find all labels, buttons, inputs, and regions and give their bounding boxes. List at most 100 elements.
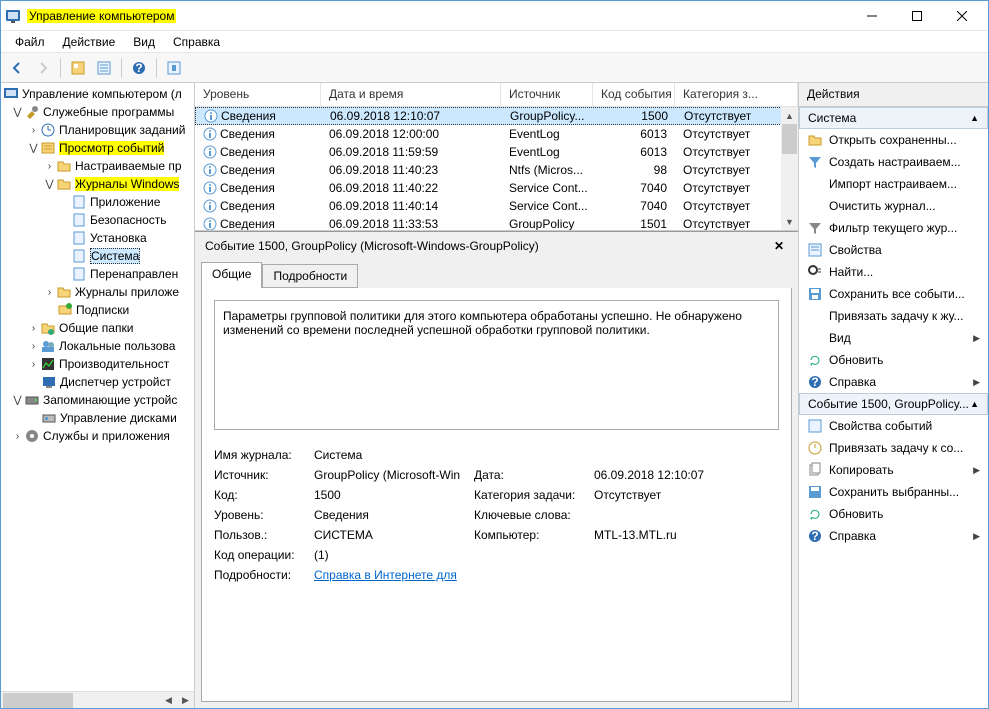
col-event-id[interactable]: Код события (593, 83, 675, 106)
twister-open-icon[interactable]: ⋁ (43, 178, 56, 191)
action-copy[interactable]: Копировать ▶ (799, 459, 988, 481)
save-icon (807, 286, 823, 302)
window-title: Управление компьютером (27, 9, 176, 23)
action-view[interactable]: Вид ▶ (799, 327, 988, 349)
properties-icon (807, 418, 823, 434)
tree-event-viewer[interactable]: ⋁ Просмотр событий (1, 139, 194, 157)
close-button[interactable] (939, 2, 984, 30)
tree-subscriptions[interactable]: Подписки (1, 301, 194, 319)
detail-close-button[interactable]: ✕ (770, 237, 788, 255)
action-clear-log[interactable]: Очистить журнал... (799, 195, 988, 217)
collapse-icon[interactable]: ▲ (970, 399, 979, 409)
action-help2[interactable]: ? Справка ▶ (799, 525, 988, 547)
table-row[interactable]: Сведения06.09.2018 11:59:59EventLog6013О… (195, 143, 798, 161)
tab-general[interactable]: Общие (201, 262, 262, 288)
folder-icon (56, 284, 72, 300)
twister-closed-icon[interactable]: › (27, 124, 40, 137)
action-filter-current[interactable]: Фильтр текущего жур... (799, 217, 988, 239)
tree-shared-folders[interactable]: › Общие папки (1, 319, 194, 337)
filter-icon (807, 220, 823, 236)
tree-custom-views[interactable]: › Настраиваемые пр (1, 157, 194, 175)
tree-system[interactable]: Система (1, 247, 194, 265)
chevron-right-icon: ▶ (973, 377, 980, 388)
refresh-icon (807, 352, 823, 368)
action-create-custom[interactable]: Создать настраиваем... (799, 151, 988, 173)
twister-open-icon[interactable]: ⋁ (27, 142, 40, 155)
actions-section-event[interactable]: Событие 1500, GroupPolicy... ▲ (799, 393, 988, 415)
services-icon (24, 428, 40, 444)
tab-details[interactable]: Подробности (262, 264, 358, 288)
menu-help[interactable]: Справка (165, 33, 228, 51)
action-find[interactable]: Найти... (799, 261, 988, 283)
tree-device-manager[interactable]: Диспетчер устройст (1, 373, 194, 391)
table-row[interactable]: Сведения06.09.2018 12:10:07GroupPolicy..… (195, 107, 798, 125)
properties-button[interactable] (92, 56, 116, 80)
col-category[interactable]: Категория з... (675, 83, 798, 106)
action-open-saved[interactable]: Открыть сохраненны... (799, 129, 988, 151)
collapse-icon[interactable]: ▲ (970, 113, 979, 123)
forward-button[interactable] (31, 56, 55, 80)
twister-closed-icon[interactable]: › (27, 322, 40, 335)
action-refresh[interactable]: Обновить (799, 349, 988, 371)
twister-closed-icon[interactable]: › (27, 340, 40, 353)
tree-disk-management[interactable]: Управление дисками (1, 409, 194, 427)
help-icon: ? (807, 374, 823, 390)
action-attach-task-event[interactable]: Привязать задачу к со... (799, 437, 988, 459)
action-save-all[interactable]: Сохранить все событи... (799, 283, 988, 305)
tree-app-services-logs[interactable]: › Журналы приложе (1, 283, 194, 301)
show-tree-button[interactable] (66, 56, 90, 80)
more-info-link[interactable]: Справка в Интернете для (314, 568, 457, 582)
tree-setup[interactable]: Установка (1, 229, 194, 247)
table-row[interactable]: Сведения06.09.2018 11:40:14Service Cont.… (195, 197, 798, 215)
col-source[interactable]: Источник (501, 83, 593, 106)
menu-view[interactable]: Вид (125, 33, 163, 51)
log-icon (71, 212, 87, 228)
tree-performance[interactable]: › Производительност (1, 355, 194, 373)
action-import-custom[interactable]: Импорт настраиваем... (799, 173, 988, 195)
table-row[interactable]: Сведения06.09.2018 11:33:53GroupPolicy15… (195, 215, 798, 230)
list-vertical-scrollbar[interactable]: ▲ ▼ (781, 107, 798, 230)
tree-root[interactable]: Управление компьютером (л (1, 85, 194, 103)
tree-local-users[interactable]: › Локальные пользова (1, 337, 194, 355)
app-icon (5, 8, 21, 24)
table-row[interactable]: Сведения06.09.2018 11:40:23Ntfs (Micros.… (195, 161, 798, 179)
view-icon (807, 330, 823, 346)
tree-task-scheduler[interactable]: › Планировщик заданий (1, 121, 194, 139)
actions-section-system[interactable]: Система ▲ (799, 107, 988, 129)
table-row[interactable]: Сведения06.09.2018 12:00:00EventLog6013О… (195, 125, 798, 143)
twister-closed-icon[interactable]: › (43, 160, 56, 173)
clear-icon (807, 198, 823, 214)
action-refresh2[interactable]: Обновить (799, 503, 988, 525)
tree-service-programs[interactable]: ⋁ Служебные программы (1, 103, 194, 121)
menu-action[interactable]: Действие (55, 33, 124, 51)
tree-application[interactable]: Приложение (1, 193, 194, 211)
col-datetime[interactable]: Дата и время (321, 83, 501, 106)
value-log-name: Система (314, 448, 474, 462)
twister-open-icon[interactable]: ⋁ (11, 394, 24, 407)
action-save-selected[interactable]: Сохранить выбранны... (799, 481, 988, 503)
tree-forwarded[interactable]: Перенаправлен (1, 265, 194, 283)
help-button[interactable]: ? (127, 56, 151, 80)
action-event-props[interactable]: Свойства событий (799, 415, 988, 437)
table-row[interactable]: Сведения06.09.2018 11:40:22Service Cont.… (195, 179, 798, 197)
twister-open-icon[interactable]: ⋁ (11, 106, 24, 119)
menu-file[interactable]: Файл (7, 33, 53, 51)
minimize-button[interactable] (849, 2, 894, 30)
tree-services-apps[interactable]: › Службы и приложения (1, 427, 194, 445)
action-attach-task[interactable]: Привязать задачу к жу... (799, 305, 988, 327)
col-level[interactable]: Уровень (195, 83, 321, 106)
maximize-button[interactable] (894, 2, 939, 30)
tree-windows-logs[interactable]: ⋁ Журналы Windows (1, 175, 194, 193)
menubar: Файл Действие Вид Справка (1, 31, 988, 53)
tree-storage[interactable]: ⋁ Запоминающие устройс (1, 391, 194, 409)
extra-button[interactable] (162, 56, 186, 80)
action-help[interactable]: ? Справка ▶ (799, 371, 988, 393)
twister-closed-icon[interactable]: › (43, 286, 56, 299)
label-date: Дата: (474, 468, 594, 482)
action-properties[interactable]: Свойства (799, 239, 988, 261)
tree-horizontal-scrollbar[interactable]: ◀▶ (1, 691, 194, 708)
back-button[interactable] (5, 56, 29, 80)
twister-closed-icon[interactable]: › (27, 358, 40, 371)
twister-closed-icon[interactable]: › (11, 430, 24, 443)
tree-security[interactable]: Безопасность (1, 211, 194, 229)
